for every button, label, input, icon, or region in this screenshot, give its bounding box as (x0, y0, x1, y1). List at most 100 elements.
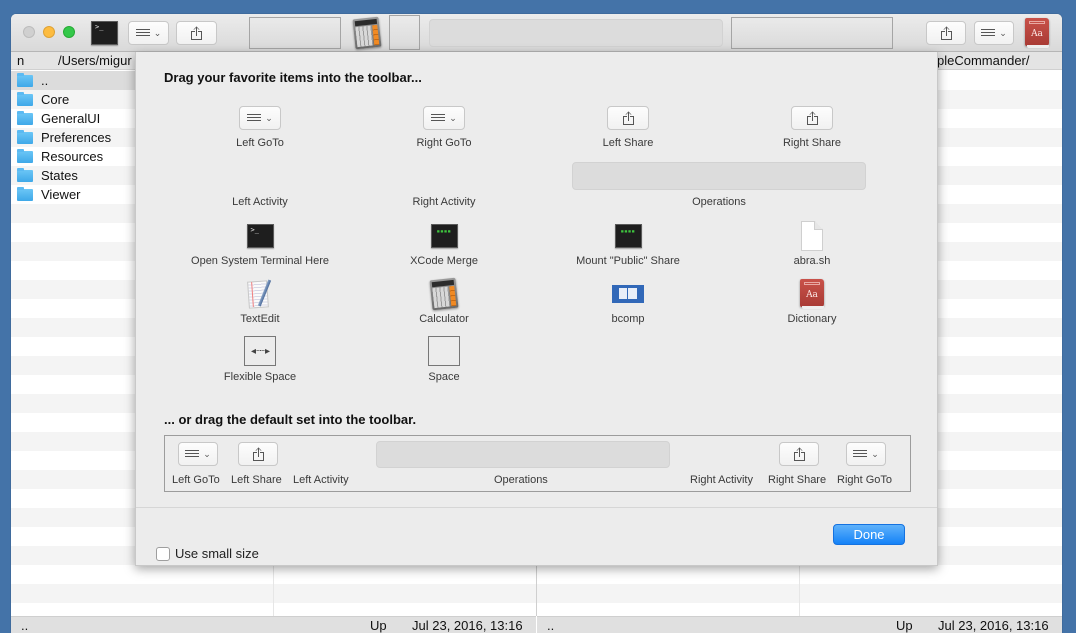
status-name: .. (547, 618, 555, 633)
folder-icon (17, 72, 33, 87)
file-name: .. (41, 73, 49, 88)
default-label: Right Activity (690, 474, 753, 486)
status-name: .. (21, 618, 29, 633)
list-icon (981, 28, 996, 38)
chevron-down-icon: ⌄ (153, 27, 162, 38)
right-activity-well (731, 17, 893, 49)
left-status-bar: .. Up Jul 23, 2016, 13:16 (11, 616, 536, 633)
customize-toolbar-sheet: Drag your favorite items into the toolba… (135, 52, 938, 566)
default-label: Right GoTo (837, 474, 893, 486)
bcomp-icon (612, 285, 644, 303)
share-icon (238, 442, 278, 466)
default-item-left-goto: ⌄ (178, 442, 218, 466)
item-label: bcomp (611, 313, 645, 325)
right-goto-button[interactable]: ⌄ (974, 21, 1014, 45)
calculator-icon (352, 16, 382, 50)
chevron-down-icon: ⌄ (999, 27, 1007, 38)
terminal-icon[interactable]: >_ (91, 21, 118, 45)
palette-item-right-goto[interactable]: ⌄ Right GoTo (344, 105, 544, 149)
calculator-icon (429, 277, 459, 311)
done-button[interactable]: Done (833, 524, 905, 545)
file-name: Core (41, 92, 70, 107)
checkbox-box[interactable] (156, 546, 170, 561)
share-icon (779, 442, 819, 466)
palette-item-bcomp[interactable]: bcomp (528, 279, 728, 325)
default-label: Left Share (231, 474, 282, 486)
item-label: Space (428, 371, 460, 383)
space-icon (428, 336, 460, 366)
palette-item-left-activity[interactable]: Left Activity (160, 190, 360, 208)
file-name: States (41, 168, 78, 183)
palette-item-space[interactable]: Space (344, 336, 544, 383)
default-label: Left Activity (293, 474, 349, 486)
default-toolbar-set[interactable]: ⌄ ⌄ Left GoTo Left Share Left Activity O… (164, 435, 911, 492)
default-label: Operations (494, 474, 548, 486)
share-icon (940, 26, 952, 40)
left-panel-path[interactable]: /Users/migur (58, 52, 132, 70)
item-label: Left Activity (232, 196, 288, 208)
item-label: Mount "Public" Share (576, 255, 680, 267)
right-status-bar: .. Up Jul 23, 2016, 13:16 (537, 616, 1062, 633)
minimize-window-button[interactable] (43, 26, 55, 38)
folder-icon (17, 148, 33, 163)
left-goto-button[interactable]: ⌄ (128, 21, 169, 45)
operations-well (429, 19, 723, 47)
palette-item-calculator[interactable]: Calculator (344, 277, 544, 325)
palette-item-left-goto[interactable]: ⌄ Left GoTo (160, 105, 360, 149)
goto-menu-icon: ⌄ (239, 106, 281, 130)
item-label: Calculator (419, 313, 469, 325)
operations-well (376, 441, 670, 468)
file-name: GeneralUI (41, 111, 101, 126)
dictionary-icon: Aa (800, 279, 824, 309)
use-small-size-checkbox[interactable]: Use small size (156, 546, 259, 561)
palette-item-dictionary[interactable]: Aa Dictionary (712, 279, 912, 325)
close-window-button[interactable] (23, 26, 35, 38)
palette-item-xcode-merge[interactable]: ▪▪▪▪ XCode Merge (344, 221, 544, 267)
dictionary-icon: Aa (1025, 18, 1049, 48)
zoom-window-button[interactable] (63, 26, 75, 38)
palette-item-textedit[interactable]: TextEdit (160, 279, 360, 325)
palette-item-right-share[interactable]: Right Share (712, 105, 912, 149)
textedit-icon (247, 279, 273, 309)
file-name: Preferences (41, 130, 112, 145)
share-icon (191, 26, 202, 40)
left-share-button[interactable] (176, 21, 217, 45)
status-kind: Up (370, 618, 387, 633)
file-name: Viewer (41, 187, 81, 202)
divider (136, 507, 937, 508)
default-label: Right Share (768, 474, 827, 486)
sheet-heading: Drag your favorite items into the toolba… (164, 70, 422, 85)
palette-item-flexible-space[interactable]: ◂┈┈▸ Flexible Space (160, 336, 360, 383)
palette-item-right-activity[interactable]: Right Activity (344, 190, 544, 208)
empty-row (11, 584, 273, 603)
palette-item-open-terminal[interactable]: >_ Open System Terminal Here (160, 221, 360, 267)
empty-row (11, 565, 273, 584)
folder-icon (17, 129, 33, 144)
calculator-toolbar-button[interactable] (352, 16, 382, 50)
right-panel-path[interactable]: pleCommander/ (937, 52, 1030, 70)
status-date: Jul 23, 2016, 13:16 (938, 618, 1049, 633)
left-panel-column-label: n (17, 53, 25, 68)
goto-menu-icon: ⌄ (178, 442, 218, 466)
palette-item-left-share[interactable]: Left Share (528, 105, 728, 149)
folder-icon (17, 186, 33, 201)
palette-item-mount-public-share[interactable]: ▪▪▪▪ Mount "Public" Share (528, 221, 728, 267)
operations-well (572, 162, 866, 190)
palette-item-operations[interactable]: Operations (572, 162, 866, 208)
goto-menu-icon: ⌄ (423, 106, 465, 130)
item-label: TextEdit (240, 313, 280, 325)
goto-menu-icon: ⌄ (846, 442, 886, 466)
list-icon (135, 28, 150, 38)
item-label: Right Activity (412, 196, 476, 208)
palette-item-abra-sh[interactable]: abra.sh (712, 221, 912, 267)
item-label: Open System Terminal Here (191, 255, 329, 267)
status-kind: Up (896, 618, 913, 633)
share-icon (607, 106, 649, 130)
checkbox-label: Use small size (175, 546, 259, 561)
item-label: XCode Merge (410, 255, 478, 267)
item-label: Operations (692, 196, 746, 208)
right-share-button[interactable] (926, 21, 966, 45)
terminal-icon: >_ (246, 224, 274, 248)
dictionary-toolbar-button[interactable]: Aa (1025, 18, 1049, 48)
share-icon (791, 106, 833, 130)
